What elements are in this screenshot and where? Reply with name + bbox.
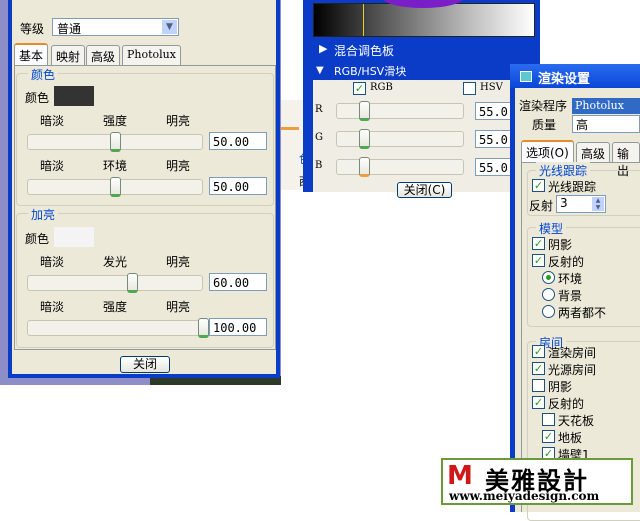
- render-dialog: 渲染设置 渲染程序 Photolux 质量 高 选项(O) 高级 输出 光线跟踪…: [510, 64, 640, 521]
- spinner-arrows-icon: ▲ ▼: [592, 197, 604, 211]
- tab-output[interactable]: 输出: [612, 142, 640, 178]
- grade-label: 等级: [20, 22, 45, 36]
- floor-checkbox[interactable]: ✓: [542, 430, 555, 443]
- tab-mapping[interactable]: 映射: [51, 45, 86, 65]
- expand-right-icon: ▶: [319, 42, 328, 55]
- light-room-checkbox[interactable]: ✓: [532, 362, 545, 375]
- color-swatch[interactable]: [54, 86, 94, 106]
- ambient-slider[interactable]: [27, 177, 203, 197]
- app-icon: [520, 71, 532, 82]
- intensity-input[interactable]: 50.00: [209, 132, 267, 150]
- highlight-intensity-input[interactable]: 100.00: [209, 318, 267, 336]
- hsv-checkbox[interactable]: [463, 82, 476, 95]
- tab-photolux[interactable]: Photolux: [122, 45, 181, 65]
- radio-background[interactable]: [542, 288, 555, 301]
- color-position-marker[interactable]: [363, 4, 364, 36]
- r-input[interactable]: 55.0: [475, 102, 515, 120]
- close-c-button[interactable]: 关闭(C): [397, 182, 452, 198]
- render-dialog-title: 渲染设置: [538, 72, 591, 87]
- room-shadow-checkbox[interactable]: [532, 379, 545, 392]
- model-shadow-checkbox[interactable]: ✓: [532, 237, 545, 250]
- tab-advanced[interactable]: 高级: [86, 45, 121, 65]
- reflect-spinner[interactable]: 3 ▲ ▼: [556, 195, 606, 213]
- intensity-slider[interactable]: [27, 132, 203, 152]
- mix-palette-header[interactable]: 混合调色板: [334, 42, 394, 59]
- rgb-hsv-header[interactable]: RGB/HSV滑块: [334, 63, 406, 79]
- material-dialog: 等级 普通 ▼ 基本 映射 高级 Photolux 颜色 颜色 暗淡 强度 明亮…: [0, 0, 281, 385]
- chevron-down-icon[interactable]: ▼: [162, 20, 177, 34]
- collapse-down-icon: ▼: [316, 65, 324, 76]
- g-input[interactable]: 55.0: [475, 130, 515, 148]
- color-group-title: 颜色: [28, 66, 59, 83]
- model-reflective-checkbox[interactable]: ✓: [532, 254, 545, 267]
- glow-slider[interactable]: [27, 273, 203, 293]
- glow-input[interactable]: 60.00: [209, 273, 267, 291]
- color-editor: ▶ 混合调色板 ▼ RGB/HSV滑块 ✓ RGB HSV R 55.0 G 5…: [303, 0, 540, 198]
- ceiling-checkbox[interactable]: [542, 413, 555, 426]
- render-room-checkbox[interactable]: ✓: [532, 345, 545, 358]
- room-reflective-checkbox[interactable]: ✓: [532, 396, 545, 409]
- ambient-input[interactable]: 50.00: [209, 177, 267, 195]
- tab-basic[interactable]: 基本: [14, 43, 49, 65]
- tab-render-advanced[interactable]: 高级: [576, 142, 611, 162]
- watermark-logo: M 美雅設計 www.meiyadesign.com: [441, 458, 633, 505]
- rgb-checkbox[interactable]: ✓: [353, 82, 366, 95]
- b-input[interactable]: 55.0: [475, 158, 515, 176]
- radio-neither[interactable]: [542, 305, 555, 318]
- renderer-select[interactable]: Photolux: [572, 98, 640, 114]
- raytrace-checkbox[interactable]: ✓: [532, 179, 545, 192]
- close-button[interactable]: 关闭: [120, 356, 170, 373]
- highlight-group-title: 加亮: [28, 206, 59, 223]
- highlight-intensity-slider[interactable]: [27, 318, 209, 338]
- tab-options[interactable]: 选项(O): [521, 140, 574, 162]
- radio-environment[interactable]: [542, 271, 555, 284]
- logo-mark-icon: M: [447, 461, 473, 491]
- quality-select[interactable]: 高: [572, 115, 640, 133]
- r-slider[interactable]: [336, 101, 464, 121]
- grade-select[interactable]: 普通 ▼: [52, 18, 179, 36]
- g-slider[interactable]: [336, 129, 464, 149]
- b-slider[interactable]: [336, 157, 464, 177]
- highlight-swatch[interactable]: [54, 227, 94, 247]
